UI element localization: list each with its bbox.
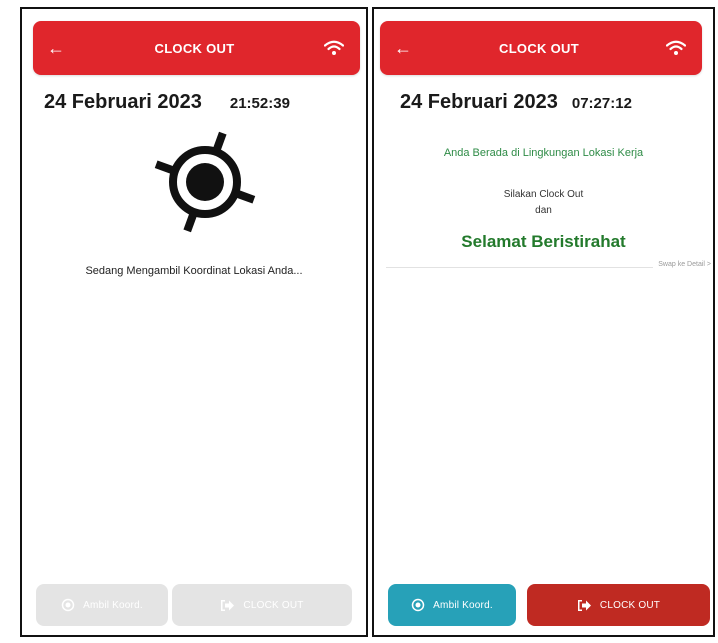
date-time-row: 24 Februari 2023 07:27:12: [400, 91, 632, 114]
get-coordinate-label: Ambil Koord.: [83, 599, 143, 611]
get-coordinate-button[interactable]: Ambil Koord.: [36, 584, 168, 626]
app-header: ← CLOCK OUT: [380, 21, 702, 75]
date-time-row: 24 Februari 2023 21:52:39: [44, 91, 290, 114]
get-coordinate-button[interactable]: Ambil Koord.: [388, 584, 516, 626]
swipe-to-detail-link[interactable]: Swap ke Detail >: [658, 261, 711, 268]
greeting-message: Selamat Beristirahat: [461, 232, 626, 251]
arrow-left-icon[interactable]: ←: [47, 39, 65, 57]
sign-out-icon: [221, 599, 235, 611]
app-header: ← CLOCK OUT: [33, 21, 360, 75]
instruction-line-1: Silakan Clock Out: [503, 189, 584, 200]
gps-locate-icon: [154, 131, 256, 233]
divider: [386, 267, 653, 268]
location-status-message: Anda Berada di Lingkungan Lokasi Kerja: [443, 147, 644, 159]
time-label: 07:27:12: [571, 95, 632, 112]
locate-icon: [411, 598, 425, 612]
locate-icon: [61, 598, 75, 612]
date-label: 24 Februari 2023: [44, 91, 202, 113]
arrow-left-icon[interactable]: ←: [394, 39, 412, 57]
sign-out-icon: [577, 599, 591, 611]
get-coordinate-label: Ambil Koord.: [433, 599, 493, 611]
time-label: 21:52:39: [229, 95, 290, 112]
date-label: 24 Februari 2023: [400, 91, 558, 113]
instruction-line-2: dan: [535, 205, 552, 216]
clock-out-button[interactable]: CLOCK OUT: [527, 584, 710, 626]
left-phone-screen: ← CLOCK OUT 24 Februari 2023 21:52:39 Se…: [20, 7, 368, 637]
wifi-icon: [665, 40, 686, 56]
right-phone-screen: ← CLOCK OUT 24 Februari 2023 07:27:12 An…: [372, 7, 715, 637]
fetching-location-message: Sedang Mengambil Koordinat Lokasi Anda..…: [85, 265, 303, 277]
clock-out-label: CLOCK OUT: [599, 599, 661, 611]
clock-out-label: CLOCK OUT: [243, 599, 304, 611]
clock-out-button[interactable]: CLOCK OUT: [172, 584, 352, 626]
wifi-icon: [323, 40, 344, 56]
header-title: CLOCK OUT: [499, 40, 579, 56]
header-title: CLOCK OUT: [154, 40, 235, 56]
